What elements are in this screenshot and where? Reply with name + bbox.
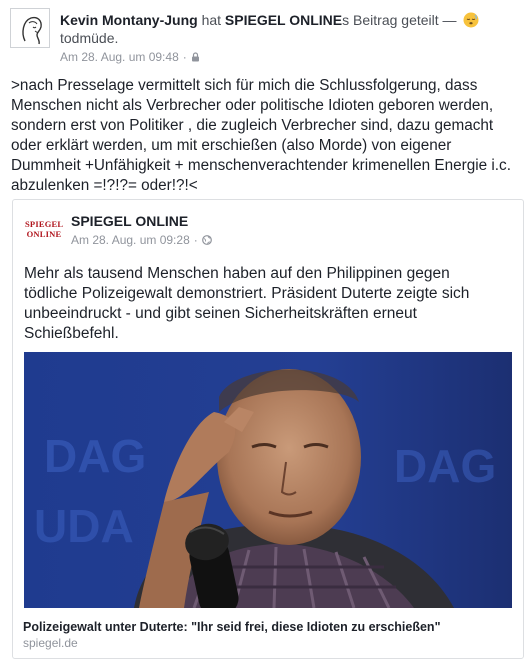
shared-timestamp[interactable]: Am 28. Aug. um 09:28 — [71, 233, 190, 247]
shared-post-card[interactable]: SPIEGEL ONLINE SPIEGEL ONLINE Am 28. Aug… — [12, 199, 524, 659]
feeling-text: todmüde. — [60, 30, 119, 46]
sleepy-face-icon — [463, 12, 479, 28]
avatar[interactable] — [10, 8, 50, 48]
duterte-salute-photo: DAG UDA DAG — [24, 352, 512, 608]
spiegel-online-logo[interactable]: SPIEGEL ONLINE — [25, 219, 63, 241]
avatar-sketch-icon — [22, 16, 42, 45]
logo-line1: SPIEGEL — [25, 219, 64, 229]
lock-icon — [191, 52, 199, 62]
post-header: Kevin Montany-Jung hat SPIEGEL ONLINEs B… — [0, 0, 530, 72]
logo-line2: ONLINE — [26, 229, 62, 239]
article-image[interactable]: DAG UDA DAG — [24, 352, 512, 608]
meta-separator: · — [182, 50, 187, 64]
globe-icon — [201, 235, 212, 245]
post-timestamp[interactable]: Am 28. Aug. um 09:48 — [60, 50, 179, 64]
meta-separator: · — [193, 233, 198, 247]
attribution-verb: hat — [201, 12, 222, 28]
shared-page-name[interactable]: SPIEGEL ONLINE — [71, 213, 188, 229]
post-meta: Am 28. Aug. um 09:48 · — [60, 50, 200, 64]
svg-text:DAG: DAG — [44, 430, 146, 482]
post-body-text: >nach Presselage vermittelt sich für mic… — [11, 77, 520, 194]
svg-text:DAG: DAG — [394, 440, 496, 492]
svg-text:UDA: UDA — [34, 500, 134, 552]
author-name[interactable]: Kevin Montany-Jung — [60, 12, 198, 28]
link-domain: spiegel.de — [23, 636, 78, 650]
shared-page-link[interactable]: SPIEGEL ONLINE — [225, 12, 342, 28]
link-title[interactable]: Polizeigewalt unter Duterte: "Ihr seid f… — [23, 620, 441, 634]
shared-post-text: Mehr als tausend Menschen haben auf den … — [24, 265, 470, 342]
shared-meta: Am 28. Aug. um 09:28 · — [71, 233, 212, 247]
attribution-suffix: s Beitrag geteilt — — [342, 12, 457, 28]
post-attribution: Kevin Montany-Jung hat SPIEGEL ONLINEs B… — [60, 11, 479, 29]
